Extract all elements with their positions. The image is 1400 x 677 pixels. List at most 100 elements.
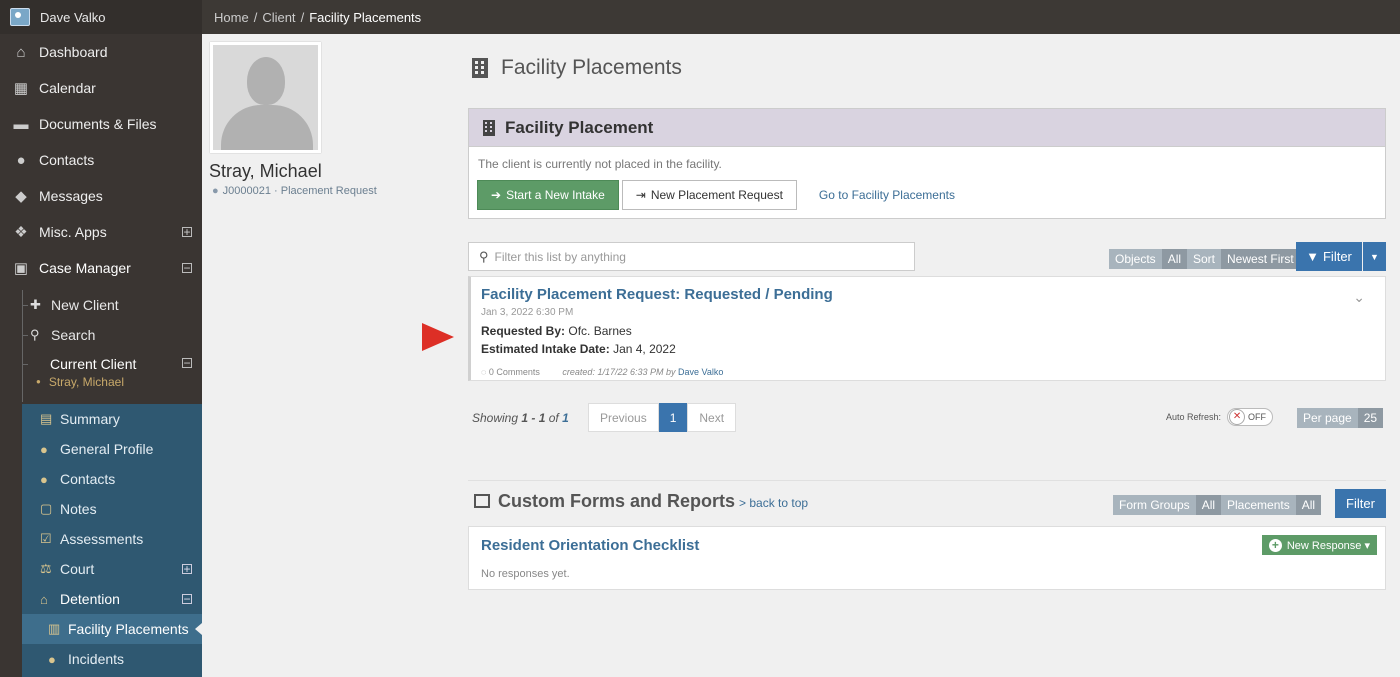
created-text: created: 1/17/22 6:33 PM by	[562, 367, 676, 377]
photo-head	[247, 57, 285, 105]
user-menu[interactable]: Dave Valko	[0, 0, 202, 34]
user-icon: ●	[40, 441, 48, 457]
breadcrumb-separator: /	[253, 9, 258, 25]
chevron-down-icon[interactable]: ⌄	[1353, 289, 1365, 306]
nav-client-contacts[interactable]: ● Contacts	[22, 464, 202, 494]
collapse-icon[interactable]: −	[182, 262, 192, 274]
folder-icon: ▬	[13, 115, 29, 133]
form-groups-dropdown[interactable]: Form Groups All	[1113, 495, 1222, 515]
comment-icon: ◌	[481, 367, 487, 377]
new-placement-request-button[interactable]: ⇥ New Placement Request	[621, 180, 797, 210]
search-icon: ⚲	[30, 327, 40, 342]
section-title: Custom Forms and Reports	[498, 491, 736, 511]
nav-current-client[interactable]: Current Client Stray, Michael −	[0, 350, 202, 400]
sign-in-icon: ➔	[491, 188, 502, 202]
case-manager-submenu: ✚ New Client ⚲ Search Current Client Stray…	[0, 290, 202, 677]
nav-search[interactable]: ⚲ Search	[0, 320, 202, 350]
filter-options-dropdown[interactable]: ▼	[1363, 242, 1386, 271]
caret-down-icon: ▼	[1370, 251, 1379, 262]
nav-documents[interactable]: ▬ Documents & Files	[0, 106, 202, 142]
request-title[interactable]: Facility Placement Request: Requested / …	[481, 286, 833, 303]
nav-label: New Client	[51, 297, 119, 313]
calendar-icon: ▦	[13, 80, 29, 97]
nav-case-manager[interactable]: ▣ Case Manager −	[0, 250, 202, 286]
filter-placeholder: Filter this list by anything	[494, 249, 626, 264]
auto-refresh-toggle[interactable]: ✕ OFF	[1227, 408, 1274, 426]
cubes-icon: ❖	[14, 224, 28, 241]
field-label: Requested By:	[481, 324, 566, 338]
collapse-icon[interactable]: −	[182, 357, 192, 369]
button-label: Filter	[1322, 249, 1352, 264]
photo-body	[221, 105, 313, 150]
placements-dropdown[interactable]: Placements All	[1221, 495, 1322, 515]
panel-actions: ➔ Start a New Intake ⇥ New Placement Reque…	[469, 180, 1385, 210]
pill-label: Per page	[1297, 408, 1358, 428]
briefcase-icon: ▣	[13, 260, 29, 277]
request-footer: ◌ 0 Comments created: 1/17/22 6:33 PM by…	[481, 367, 723, 377]
collapse-icon[interactable]: −	[182, 593, 192, 605]
created-info: created: 1/17/22 6:33 PM by Dave Valko	[562, 367, 723, 377]
page-1-button[interactable]: 1	[658, 403, 688, 432]
next-page-button[interactable]: Next	[687, 403, 737, 432]
nav-label: Detention	[60, 591, 120, 607]
showing-count: Showing 1 - 1 of 1	[472, 411, 569, 425]
nav-label: Messages	[39, 188, 103, 204]
filter-icon: ▼	[1306, 249, 1319, 264]
pill-label: Sort	[1187, 249, 1222, 269]
new-response-button[interactable]: + New Response ▾	[1261, 535, 1377, 555]
custom-forms-title: Custom Forms and Reports > back to top	[474, 491, 808, 512]
start-intake-button[interactable]: ➔ Start a New Intake	[477, 180, 619, 210]
nav-incidents[interactable]: ● Incidents	[22, 644, 202, 674]
field-value: Jan 4, 2022	[613, 342, 676, 356]
nav-label: Documents & Files	[39, 116, 157, 132]
building-icon	[472, 58, 488, 78]
breadcrumb-current: Facility Placements	[309, 9, 422, 25]
previous-page-button[interactable]: Previous	[588, 403, 659, 432]
filter-input[interactable]: ⚲ Filter this list by anything	[468, 242, 915, 271]
annotation-arrow-icon	[276, 323, 454, 351]
form-title[interactable]: Resident Orientation Checklist	[481, 537, 699, 554]
panel-title: Facility Placement	[505, 117, 654, 137]
pill-value: All	[1161, 249, 1188, 269]
building-icon: ▥	[48, 621, 61, 636]
client-name: Stray, Michael	[209, 161, 322, 181]
created-by-link[interactable]: Dave Valko	[678, 367, 723, 377]
nav-calendar[interactable]: ▦ Calendar	[0, 70, 202, 106]
comments-link[interactable]: 0 Comments	[489, 367, 540, 377]
nav-facility-placements[interactable]: ▥ Facility Placements	[22, 614, 202, 644]
nav-detention[interactable]: ⌂ Detention −	[22, 584, 202, 614]
toggle-state: OFF	[1248, 412, 1267, 422]
nav-label: Misc. Apps	[39, 224, 107, 240]
custom-forms-filter-button[interactable]: Filter	[1335, 489, 1386, 518]
filter-button[interactable]: ▼ Filter	[1296, 242, 1362, 271]
nav-label: Contacts	[60, 471, 116, 487]
nav-court[interactable]: ⚖ Court +	[22, 554, 202, 584]
nav-general-profile[interactable]: ● General Profile	[22, 434, 202, 464]
breadcrumb-home[interactable]: Home	[214, 10, 249, 25]
nav-assessments[interactable]: ☑ Assessments	[22, 524, 202, 554]
user-icon: ●	[212, 185, 219, 197]
pill-label: Form Groups	[1113, 495, 1196, 515]
placement-status-text: The client is currently not placed in th…	[478, 157, 722, 171]
expand-icon[interactable]: +	[182, 563, 192, 575]
nav-notes[interactable]: ▢ Notes	[22, 494, 202, 524]
breadcrumb-client[interactable]: Client	[262, 10, 295, 25]
building-icon	[483, 119, 495, 136]
sort-dropdown[interactable]: Sort Newest First	[1187, 249, 1300, 269]
current-client-label: Current Client	[50, 356, 137, 372]
nav-misc-apps[interactable]: ❖ Misc. Apps +	[0, 214, 202, 250]
nav-messages[interactable]: ◆ Messages	[0, 178, 202, 214]
objects-dropdown[interactable]: Objects All	[1109, 249, 1188, 269]
back-to-top-link[interactable]: > back to top	[739, 496, 808, 510]
nav-summary[interactable]: ▤ Summary	[22, 404, 202, 434]
nav-dashboard[interactable]: ⌂ Dashboard	[0, 34, 202, 70]
nav-contacts[interactable]: ● Contacts	[0, 142, 202, 178]
nav-new-client[interactable]: ✚ New Client	[0, 290, 202, 320]
pagination: Previous 1 Next	[588, 403, 737, 432]
button-label: Start a New Intake	[506, 188, 605, 202]
per-page-dropdown[interactable]: Per page 25	[1297, 408, 1384, 428]
goto-facility-placements-link[interactable]: Go to Facility Placements	[819, 188, 955, 202]
expand-icon[interactable]: +	[182, 226, 192, 238]
list-alt-icon	[474, 494, 490, 508]
user-avatar-icon	[10, 8, 30, 26]
